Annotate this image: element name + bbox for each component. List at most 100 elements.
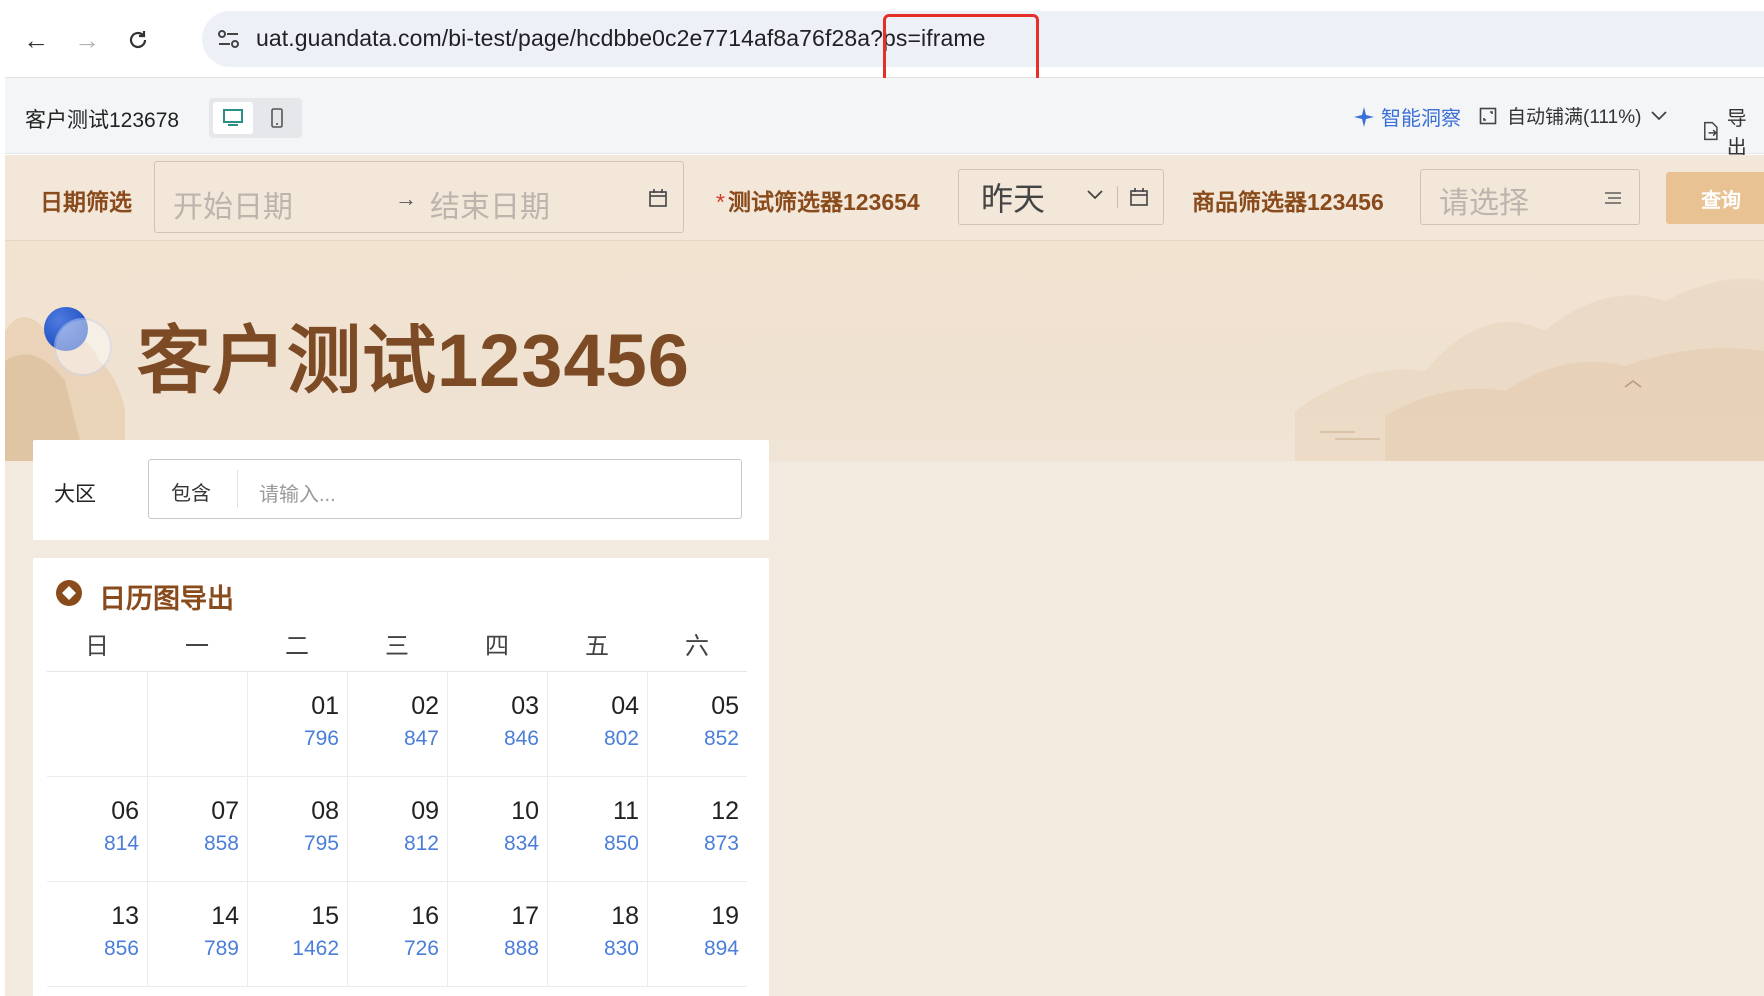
day-number: 11 bbox=[613, 797, 639, 825]
day-number: 08 bbox=[311, 797, 339, 825]
calendar-day-cell[interactable]: 15 1462 bbox=[247, 882, 347, 986]
day-number: 13 bbox=[111, 902, 139, 930]
app-shell: ← → uat.guandata.com/bi-test/page/hcdbbe… bbox=[5, 0, 1764, 996]
ai-insight-label: 智能洞察 bbox=[1381, 108, 1461, 130]
region-operator-select[interactable]: 包含 bbox=[171, 477, 211, 506]
start-date-input[interactable]: 开始日期 bbox=[173, 182, 293, 226]
calendar-day-cell[interactable]: 07 858 bbox=[147, 777, 247, 881]
required-mark: * bbox=[716, 189, 725, 215]
weekday-label: 六 bbox=[685, 633, 709, 660]
desktop-view-button[interactable] bbox=[213, 102, 253, 134]
url-text[interactable]: uat.guandata.com/bi-test/page/hcdbbe0c2e… bbox=[256, 25, 986, 52]
device-toggle bbox=[209, 98, 302, 138]
day-value: 856 bbox=[103, 937, 139, 960]
calendar-day-cell[interactable]: 02 847 bbox=[347, 672, 447, 776]
day-value: 796 bbox=[303, 727, 339, 750]
test-filter-select[interactable]: 昨天 bbox=[958, 169, 1164, 225]
weekday-label: 日 bbox=[85, 633, 109, 660]
reload-icon[interactable] bbox=[118, 20, 158, 60]
calendar-day-cell[interactable]: 16 726 bbox=[347, 882, 447, 986]
chevron-down-icon bbox=[1651, 110, 1668, 120]
date-filter-label: 日期筛选 bbox=[40, 189, 132, 215]
day-value: 812 bbox=[403, 832, 439, 855]
calendar-day-cell[interactable]: 18 830 bbox=[547, 882, 647, 986]
calendar-day-cell[interactable]: 09 812 bbox=[347, 777, 447, 881]
mobile-view-button[interactable] bbox=[257, 102, 297, 134]
date-range-picker[interactable]: 开始日期 → 结束日期 bbox=[154, 161, 684, 233]
ai-insight-button[interactable]: 智能洞察 bbox=[1353, 102, 1461, 131]
range-arrow-icon: → bbox=[395, 186, 417, 211]
product-filter-placeholder: 请选择 bbox=[1439, 187, 1529, 220]
calendar-day-cell[interactable]: 14 789 bbox=[147, 882, 247, 986]
weekday-label: 一 bbox=[185, 633, 209, 660]
day-value: 888 bbox=[503, 937, 539, 960]
day-value: 858 bbox=[203, 832, 239, 855]
day-number: 12 bbox=[711, 797, 739, 825]
url-highlight-box bbox=[883, 14, 1039, 86]
back-icon[interactable]: ← bbox=[16, 20, 56, 60]
calendar-day-cell[interactable]: 19 894 bbox=[647, 882, 747, 986]
zoom-dropdown[interactable]: 自动铺满(111%) bbox=[1479, 102, 1668, 129]
test-filter-label: * 测试筛选器123654 bbox=[716, 183, 920, 217]
end-date-input[interactable]: 结束日期 bbox=[430, 182, 550, 226]
region-input-group: 包含 请输入... bbox=[148, 459, 742, 519]
day-number: 05 bbox=[711, 692, 739, 720]
calendar-week-row: 01 796 02 847 03 846 04 802 05 852 bbox=[47, 672, 747, 777]
product-filter-select[interactable]: 请选择 bbox=[1420, 169, 1640, 225]
browser-bar: ← → uat.guandata.com/bi-test/page/hcdbbe… bbox=[5, 0, 1764, 86]
region-filter-card: 大区 包含 请输入... bbox=[33, 440, 769, 540]
zoom-label: 自动铺满(111%) bbox=[1507, 107, 1642, 128]
day-value: 847 bbox=[403, 727, 439, 750]
weekday-label: 四 bbox=[485, 633, 509, 660]
calendar-day-cell[interactable]: 06 814 bbox=[47, 777, 147, 881]
day-value: 1462 bbox=[292, 937, 339, 960]
region-label: 大区 bbox=[54, 483, 96, 506]
fit-screen-icon bbox=[1479, 107, 1497, 124]
page-title: 客户测试123456 bbox=[137, 319, 690, 402]
calendar-day-cell[interactable]: 05 852 bbox=[647, 672, 747, 776]
calendar-day-cell[interactable]: 03 846 bbox=[447, 672, 547, 776]
calendar-empty-cell bbox=[47, 672, 147, 776]
calendar-day-cell[interactable]: 11 850 bbox=[547, 777, 647, 881]
day-value: 894 bbox=[703, 937, 739, 960]
day-value: 802 bbox=[603, 727, 639, 750]
select-divider bbox=[1117, 186, 1118, 208]
calendar-day-cell[interactable]: 10 834 bbox=[447, 777, 547, 881]
query-button[interactable]: 查询 bbox=[1666, 172, 1764, 224]
weekday-label: 五 bbox=[585, 633, 609, 660]
page-logo-icon bbox=[44, 307, 112, 376]
calendar-weekday-header: 日 一 二 三 四 五 六 bbox=[47, 622, 747, 672]
calendar-icon bbox=[1130, 188, 1148, 206]
day-value: 852 bbox=[703, 727, 739, 750]
test-filter-value: 昨天 bbox=[981, 181, 1046, 217]
day-number: 18 bbox=[611, 902, 639, 930]
day-value: 789 bbox=[203, 937, 239, 960]
day-number: 06 bbox=[111, 797, 139, 825]
calendar-grid: 日 一 二 三 四 五 六 01 796 02 847 03 846 04 802 05 852 0… bbox=[47, 622, 747, 987]
diamond-badge-icon bbox=[56, 580, 82, 606]
day-number: 02 bbox=[411, 692, 439, 720]
dashboard-toolbar: 客户测试123678 智能洞察 自动铺满(111%) 导出 bbox=[5, 78, 1764, 159]
site-settings-icon[interactable] bbox=[216, 27, 242, 51]
product-filter-label: 商品筛选器123456 bbox=[1192, 189, 1384, 215]
sparkle-icon bbox=[1354, 106, 1374, 127]
calendar-empty-cell bbox=[147, 672, 247, 776]
calendar-week-row: 13 856 14 789 15 1462 16 726 17 888 18 830 19 894 bbox=[47, 882, 747, 987]
export-button[interactable]: 导出 bbox=[1702, 102, 1764, 160]
calendar-day-cell[interactable]: 01 796 bbox=[247, 672, 347, 776]
mobile-icon bbox=[271, 108, 283, 128]
calendar-icon bbox=[649, 189, 667, 207]
export-label: 导出 bbox=[1726, 108, 1747, 159]
region-text-input[interactable]: 请输入... bbox=[259, 478, 336, 507]
calendar-day-cell[interactable]: 13 856 bbox=[47, 882, 147, 986]
calendar-day-cell[interactable]: 12 873 bbox=[647, 777, 747, 881]
calendar-day-cell[interactable]: 04 802 bbox=[547, 672, 647, 776]
day-number: 09 bbox=[411, 797, 439, 825]
forward-icon[interactable]: → bbox=[67, 20, 107, 60]
calendar-day-cell[interactable]: 17 888 bbox=[447, 882, 547, 986]
dashboard-canvas: 客户测试123456 大区 包含 请输入... 日历图导出 日 一 二 三 四 … bbox=[5, 241, 1764, 996]
day-value: 850 bbox=[603, 832, 639, 855]
calendar-day-cell[interactable]: 08 795 bbox=[247, 777, 347, 881]
day-number: 19 bbox=[711, 902, 739, 930]
day-number: 04 bbox=[611, 692, 639, 720]
